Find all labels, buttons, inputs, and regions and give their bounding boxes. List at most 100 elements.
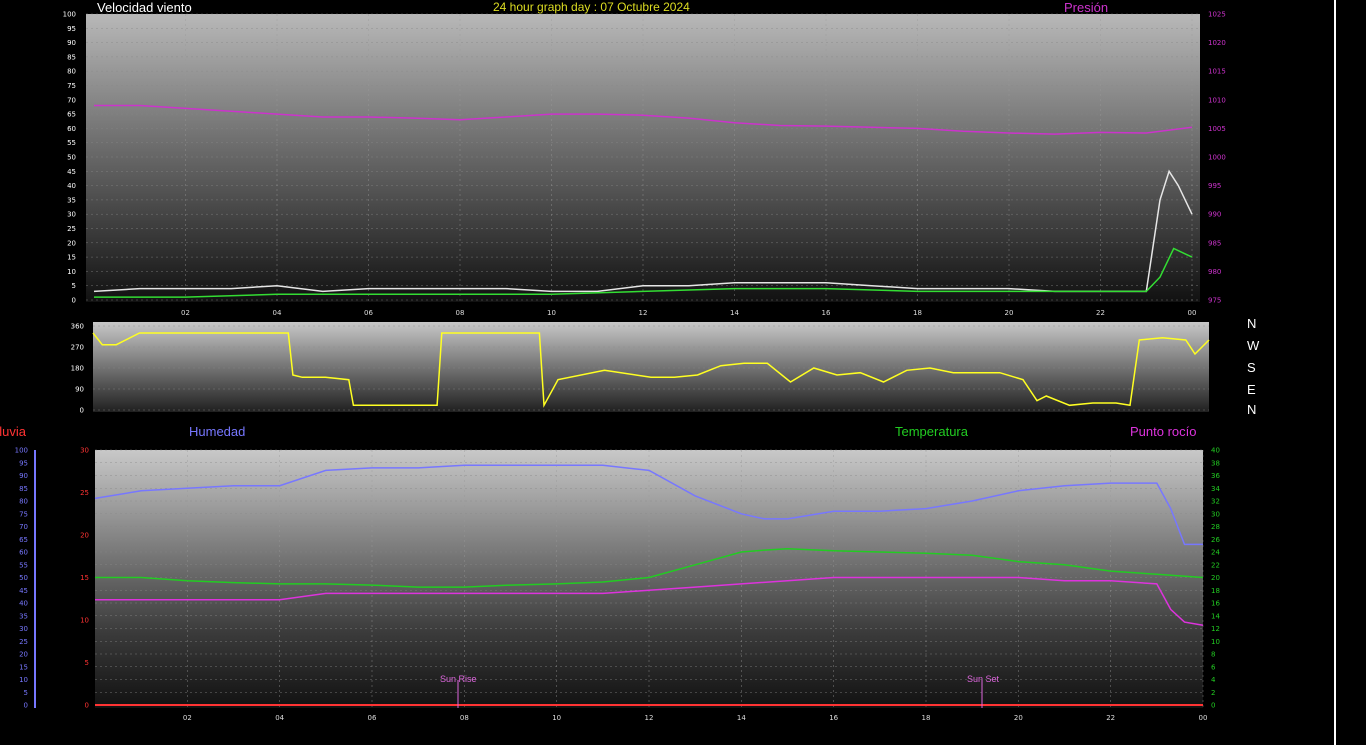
- x-tick-label: 10: [547, 309, 556, 317]
- y-tick-label-pressure: 1005: [1208, 125, 1226, 133]
- x-tick-label: 02: [181, 309, 190, 317]
- y-tick-label-pressure: 1025: [1208, 11, 1226, 19]
- y-tick-label-rain: 25: [80, 489, 89, 497]
- y-tick-label-humidity: 0: [24, 702, 28, 710]
- x-tick-label: 20: [1014, 714, 1023, 722]
- y-tick-label-temperature: 38: [1211, 459, 1220, 467]
- y-tick-label-pressure: 975: [1208, 297, 1221, 305]
- y-tick-label-wind: 5: [72, 282, 76, 290]
- y-tick-label-humidity: 55: [19, 561, 28, 569]
- y-tick-label-temperature: 26: [1211, 536, 1220, 544]
- y-tick-label-direction: 90: [75, 386, 84, 394]
- y-tick-label-pressure: 980: [1208, 268, 1221, 276]
- y-tick-label-humidity: 5: [24, 689, 28, 697]
- x-tick-label: 02: [183, 714, 192, 722]
- x-tick-label: 04: [273, 309, 282, 317]
- x-tick-label: 22: [1096, 309, 1105, 317]
- wind-speed-title: Velocidad viento: [97, 0, 192, 15]
- y-tick-label-pressure: 985: [1208, 239, 1221, 247]
- y-tick-label-pressure: 995: [1208, 182, 1221, 190]
- y-tick-label-direction: 0: [80, 407, 84, 415]
- y-tick-label-direction: 180: [71, 365, 84, 373]
- dewpoint-legend: Punto rocío: [1130, 424, 1197, 439]
- y-tick-label-pressure: 990: [1208, 211, 1221, 219]
- y-tick-label-wind: 10: [67, 268, 76, 276]
- y-tick-label-temperature: 10: [1211, 638, 1220, 646]
- x-tick-label: 00: [1188, 309, 1197, 317]
- x-tick-label: 16: [822, 309, 831, 317]
- x-tick-label: 20: [1005, 309, 1014, 317]
- y-tick-label-rain: 0: [85, 702, 89, 710]
- y-tick-label-humidity: 100: [15, 447, 28, 455]
- y-tick-label-humidity: 60: [19, 549, 28, 557]
- y-tick-label-temperature: 20: [1211, 574, 1220, 582]
- y-tick-label-wind: 25: [67, 225, 76, 233]
- y-tick-label-humidity: 65: [19, 536, 28, 544]
- y-tick-label-wind: 15: [67, 254, 76, 262]
- y-tick-label-temperature: 18: [1211, 587, 1220, 595]
- y-tick-label-humidity: 30: [19, 625, 28, 633]
- y-tick-label-pressure: 1010: [1208, 96, 1226, 104]
- y-tick-label-temperature: 34: [1211, 485, 1220, 493]
- chart-title: 24 hour graph day : 07 Octubre 2024: [493, 0, 690, 14]
- weather-chart: 0510152025303540455055606570758085909510…: [15, 11, 1226, 723]
- y-tick-label-wind: 55: [67, 139, 76, 147]
- y-tick-label-wind: 50: [67, 154, 76, 162]
- y-tick-label-humidity: 10: [19, 676, 28, 684]
- y-tick-label-temperature: 2: [1211, 689, 1215, 697]
- y-tick-label-wind: 90: [67, 39, 76, 47]
- y-tick-label-wind: 20: [67, 239, 76, 247]
- x-tick-label: 10: [552, 714, 561, 722]
- y-tick-label-humidity: 95: [19, 459, 28, 467]
- humidity-legend: Humedad: [189, 424, 246, 439]
- pressure-title: Presión: [1064, 0, 1109, 15]
- direction-label-n-top: N: [1247, 316, 1257, 331]
- y-tick-label-humidity: 20: [19, 651, 28, 659]
- y-tick-label-wind: 80: [67, 68, 76, 76]
- direction-label-e: E: [1247, 382, 1256, 397]
- y-tick-label-rain: 15: [80, 574, 89, 582]
- x-tick-label: 08: [456, 309, 465, 317]
- y-tick-label-temperature: 36: [1211, 472, 1220, 480]
- x-tick-label: 14: [737, 714, 746, 722]
- y-tick-label-rain: 20: [80, 532, 89, 540]
- x-tick-label: 00: [1199, 714, 1208, 722]
- y-tick-label-pressure: 1020: [1208, 39, 1226, 47]
- x-tick-label: 12: [645, 714, 654, 722]
- y-tick-label-wind: 0: [72, 297, 76, 305]
- y-tick-label-direction: 360: [71, 323, 84, 331]
- y-tick-label-temperature: 0: [1211, 702, 1215, 710]
- x-tick-label: 16: [829, 714, 838, 722]
- rain-legend: Lluvia: [0, 424, 26, 439]
- y-tick-label-temperature: 6: [1211, 663, 1216, 671]
- y-tick-label-pressure: 1000: [1208, 154, 1226, 162]
- y-tick-label-humidity: 25: [19, 638, 28, 646]
- y-tick-label-humidity: 85: [19, 485, 28, 493]
- x-tick-label: 14: [730, 309, 739, 317]
- y-tick-label-wind: 70: [67, 96, 76, 104]
- y-tick-label-temperature: 40: [1211, 447, 1220, 455]
- x-tick-label: 04: [275, 714, 284, 722]
- y-tick-label-wind: 100: [63, 11, 76, 19]
- y-tick-label-humidity: 15: [19, 663, 28, 671]
- y-tick-label-humidity: 45: [19, 587, 28, 595]
- sunrise-label: Sun Rise: [440, 674, 477, 684]
- x-tick-label: 18: [913, 309, 922, 317]
- y-tick-label-wind: 65: [67, 111, 76, 119]
- y-tick-label-temperature: 8: [1211, 651, 1215, 659]
- direction-label-s: S: [1247, 360, 1256, 375]
- y-tick-label-wind: 40: [67, 182, 76, 190]
- y-tick-label-wind: 35: [67, 196, 76, 204]
- y-tick-label-temperature: 22: [1211, 561, 1220, 569]
- y-tick-label-wind: 85: [67, 53, 76, 61]
- y-tick-label-temperature: 16: [1211, 600, 1220, 608]
- y-tick-label-wind: 30: [67, 211, 76, 219]
- x-tick-label: 08: [460, 714, 469, 722]
- y-tick-label-rain: 5: [85, 659, 89, 667]
- y-tick-label-wind: 75: [67, 82, 76, 90]
- y-tick-label-direction: 270: [71, 344, 84, 352]
- y-tick-label-humidity: 90: [19, 472, 28, 480]
- y-tick-label-rain: 10: [80, 617, 89, 625]
- y-tick-label-humidity: 70: [19, 523, 28, 531]
- y-tick-label-humidity: 35: [19, 612, 28, 620]
